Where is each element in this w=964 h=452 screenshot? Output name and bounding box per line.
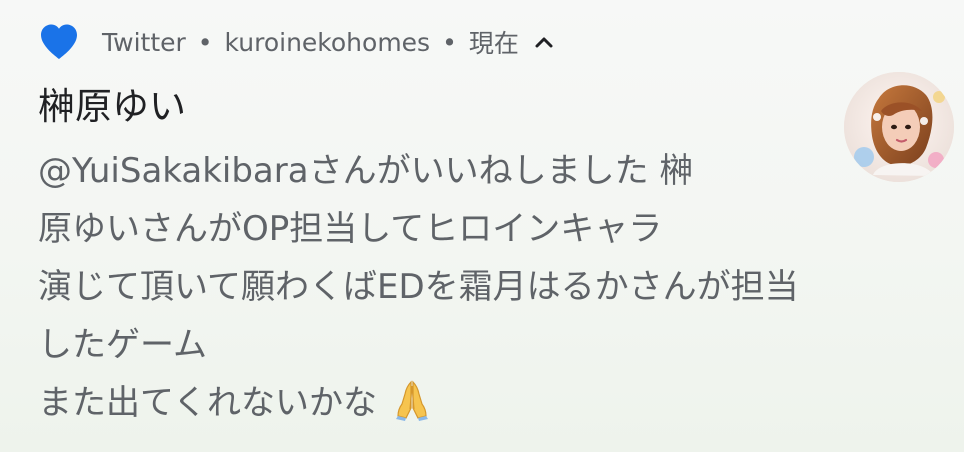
notification-message: @YuiSakakibaraさんがいいねしました 榊 原ゆいさんがOP担当してヒ… bbox=[38, 142, 938, 432]
notification-title: 榊原ゆい bbox=[38, 85, 186, 128]
separator-dot: • bbox=[197, 27, 213, 57]
heart-icon bbox=[38, 22, 80, 62]
chevron-up-icon[interactable] bbox=[533, 31, 555, 53]
message-line: 演じて頂いて願わくばEDを霜月はるかさんが担当 bbox=[38, 267, 799, 307]
message-line: したゲーム bbox=[38, 325, 207, 365]
message-line: 原ゆいさんがOP担当してヒロインキャラ bbox=[38, 209, 663, 249]
app-name: Twitter bbox=[102, 27, 186, 57]
timestamp: 現在 bbox=[468, 29, 519, 58]
message-line: また出てくれないかな bbox=[38, 383, 377, 423]
account-name: kuroinekohomes bbox=[224, 27, 431, 57]
folded-hands-icon bbox=[390, 378, 434, 422]
message-line-with-emoji: また出てくれないかな bbox=[38, 374, 938, 432]
notification-header: Twitter • kuroinekohomes • 現在 bbox=[38, 22, 555, 62]
notification-card[interactable]: Twitter • kuroinekohomes • 現在 榊原ゆい @YuiS… bbox=[0, 0, 964, 452]
message-line: @YuiSakakibaraさんがいいねしました 榊 bbox=[38, 151, 694, 191]
separator-dot: • bbox=[442, 27, 457, 57]
